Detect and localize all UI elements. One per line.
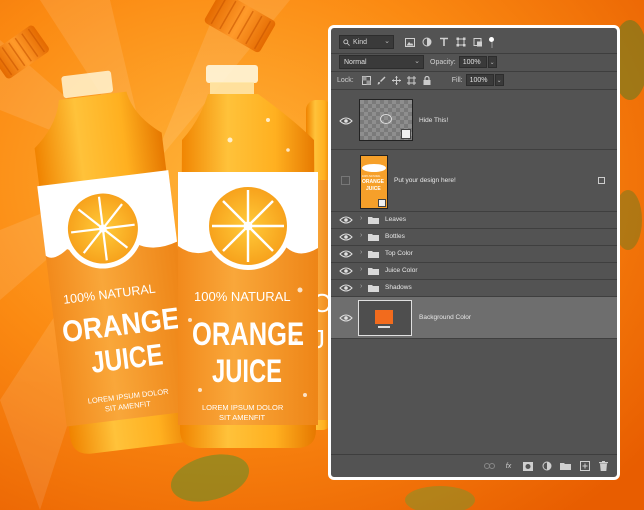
layer-mask-icon[interactable] <box>522 461 533 472</box>
eye-icon[interactable] <box>339 249 353 259</box>
layers-panel: Kind ⌄ Normal ⌄ Opacity: 100% ⌄ Lock: Fi… <box>328 25 620 480</box>
folder-icon <box>368 251 379 258</box>
folder-icon <box>368 217 379 224</box>
fill-slider-button[interactable]: ⌄ <box>494 74 504 86</box>
camera-icon <box>380 114 392 124</box>
blend-row: Normal ⌄ Opacity: 100% ⌄ <box>331 54 617 70</box>
layer-name: Bottles <box>385 233 405 240</box>
eye-icon[interactable] <box>339 215 353 225</box>
shape-filter-icon[interactable] <box>455 36 467 48</box>
filter-toggle-icon[interactable] <box>489 36 494 48</box>
eye-icon[interactable] <box>339 232 353 242</box>
search-icon <box>343 38 350 46</box>
bottle-center-lorem1: LOREM IPSUM DOLOR <box>202 403 284 412</box>
layer-thumbnail: 100% NATURAL ORANGE JUICE <box>360 155 388 209</box>
link-layers-icon[interactable] <box>484 461 495 472</box>
lock-position-icon[interactable] <box>392 75 402 85</box>
filter-row: Kind ⌄ <box>331 32 617 52</box>
adjustment-filter-icon[interactable] <box>421 36 433 48</box>
lock-row: Lock: Fill: 100% ⌄ <box>331 72 617 88</box>
layer-group-bottles[interactable]: › Bottles <box>331 229 617 246</box>
eye-icon[interactable] <box>339 116 353 126</box>
chevron-right-icon[interactable]: › <box>360 266 362 273</box>
smart-object-badge-icon <box>378 199 386 207</box>
layer-row-hide-this[interactable]: Hide This! <box>331 91 617 150</box>
eye-icon[interactable] <box>339 313 353 323</box>
folder-icon <box>368 268 379 275</box>
eye-icon[interactable] <box>339 266 353 276</box>
layer-name: Leaves <box>385 216 406 223</box>
layer-name: Juice Color <box>385 267 418 274</box>
smart-object-badge-icon <box>378 326 390 328</box>
layer-thumbnail <box>359 99 413 141</box>
layer-name: Hide This! <box>419 117 449 124</box>
lock-label: Lock: <box>337 76 354 84</box>
filter-kind-label: Kind <box>353 38 368 46</box>
blend-mode-dropdown[interactable]: Normal ⌄ <box>339 55 424 69</box>
fx-icon[interactable]: fx <box>503 461 514 472</box>
layers-bottom-toolbar: fx <box>331 454 617 477</box>
filter-kind-dropdown[interactable]: Kind ⌄ <box>339 35 394 49</box>
fill-label: Fill: <box>451 76 463 84</box>
layer-thumbnail <box>358 300 412 336</box>
thumb-natural: 100% NATURAL <box>362 175 381 178</box>
color-swatch <box>375 310 393 324</box>
chevron-down-icon: ⌄ <box>384 38 390 45</box>
layer-group-shadows[interactable]: › Shadows <box>331 280 617 297</box>
lock-all-icon[interactable] <box>422 75 432 85</box>
layer-name: Top Color <box>385 250 413 257</box>
image-filter-icon[interactable] <box>404 36 416 48</box>
lock-paint-icon[interactable] <box>377 75 387 85</box>
smart-object-filter-icon[interactable] <box>472 36 484 48</box>
blend-mode-value: Normal <box>344 58 367 66</box>
chevron-right-icon[interactable]: › <box>360 215 362 222</box>
layer-name: Shadows <box>385 284 412 291</box>
layer-name: Put your design here! <box>394 177 456 184</box>
folder-icon <box>368 234 379 241</box>
type-filter-icon[interactable] <box>438 36 450 48</box>
new-group-icon[interactable] <box>560 461 571 472</box>
lock-transparent-icon[interactable] <box>362 75 372 85</box>
bottle-center-natural: 100% NATURAL <box>194 289 291 304</box>
opacity-label: Opacity: <box>430 58 456 66</box>
fill-input[interactable]: 100% <box>465 74 494 86</box>
opacity-input[interactable]: 100% <box>458 56 487 68</box>
bottle-center-orange: ORANGE <box>192 316 304 352</box>
bottle-center-lorem2: SIT AMENFIT <box>219 413 266 422</box>
folder-icon <box>368 285 379 292</box>
bottle-center-juice: JUICE <box>212 353 282 389</box>
smart-object-badge-icon <box>401 129 411 139</box>
opacity-slider-button[interactable]: ⌄ <box>487 56 497 68</box>
smart-object-link-icon[interactable] <box>598 177 605 184</box>
layer-group-leaves[interactable]: › Leaves <box>331 212 617 229</box>
lock-artboard-icon[interactable] <box>407 75 417 85</box>
chevron-right-icon[interactable]: › <box>360 249 362 256</box>
adjustment-layer-icon[interactable] <box>541 461 552 472</box>
layer-row-background-color[interactable]: Background Color <box>331 297 617 339</box>
thumb-juice: JUICE <box>366 186 381 192</box>
visibility-toggle-hidden[interactable] <box>341 176 350 185</box>
layer-group-juice-color[interactable]: › Juice Color <box>331 263 617 280</box>
chevron-down-icon: ⌄ <box>414 58 420 65</box>
trash-icon[interactable] <box>598 461 609 472</box>
eye-icon[interactable] <box>339 283 353 293</box>
new-layer-icon[interactable] <box>579 461 590 472</box>
chevron-right-icon[interactable]: › <box>360 232 362 239</box>
chevron-right-icon[interactable]: › <box>360 283 362 290</box>
layer-group-top-color[interactable]: › Top Color <box>331 246 617 263</box>
thumb-orange: ORANGE <box>362 179 384 185</box>
layer-row-put-your-design[interactable]: 100% NATURAL ORANGE JUICE Put your desig… <box>331 150 617 212</box>
layer-name: Background Color <box>419 314 472 321</box>
